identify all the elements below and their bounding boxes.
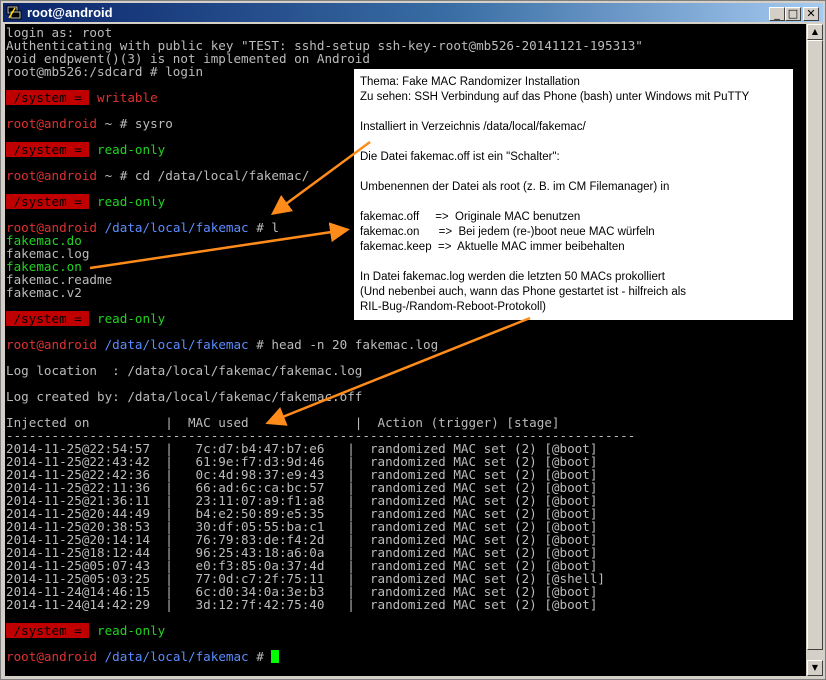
note-line: In Datei fakemac.log werden die letzten … — [360, 271, 665, 283]
minimize-button[interactable]: _ — [769, 7, 785, 21]
title-bar[interactable]: root@android _ □ ✕ — [3, 3, 823, 22]
terminal-text-segment: root@mb526:/sdcard # login — [6, 64, 204, 79]
putty-icon[interactable] — [6, 5, 22, 20]
terminal-text-segment: /system = — [6, 194, 90, 209]
terminal-text-segment: /system = — [6, 311, 90, 326]
window-title: root@android — [27, 5, 113, 20]
terminal-line: /system = writable — [6, 90, 158, 105]
terminal-line: /system = read-only — [6, 623, 166, 638]
terminal-text-segment: /data/local/fakemac — [97, 220, 249, 235]
maximize-button[interactable]: □ — [785, 7, 801, 21]
terminal-text-segment: Log created by: /data/local/fakemac/fake… — [6, 389, 363, 404]
terminal-text-segment: # — [248, 649, 272, 664]
text-cursor — [271, 650, 280, 663]
terminal-text-segment: read-only — [89, 194, 166, 209]
terminal-text-segment: root@android — [6, 337, 97, 352]
terminal-text-segment: read-only — [89, 142, 166, 157]
note-line: Die Datei fakemac.off ist ein "Schalter"… — [360, 151, 560, 163]
terminal-line: fakemac.v2 — [6, 286, 82, 299]
scroll-up-icon[interactable]: ▲ — [807, 24, 823, 40]
terminal-text-segment: root@android — [6, 116, 97, 131]
note-line: fakemac.keep => Aktuelle MAC immer beibe… — [360, 241, 625, 253]
terminal-text-segment: read-only — [89, 623, 166, 638]
terminal-line: Log created by: /data/local/fakemac/fake… — [6, 390, 362, 403]
terminal-line: root@android /data/local/fakemac # — [6, 649, 280, 664]
terminal-line: root@android ~ # sysro — [6, 117, 173, 130]
terminal-text-segment: 2014-11-24@14:42:29 | 3d:12:7f:42:75:40 … — [6, 597, 598, 612]
note-line: Umbenennen der Datei als root (z. B. im … — [360, 181, 670, 193]
terminal-text-segment: ~ # cd /data/local/fakemac/ — [97, 168, 310, 183]
scrollbar-thumb[interactable] — [807, 40, 823, 650]
terminal-text-segment: ~ # sysro — [97, 116, 173, 131]
annotation-note: Thema: Fake MAC Randomizer Installation Z… — [353, 68, 794, 321]
note-line: fakemac.off => Originale MAC benutzen — [360, 211, 581, 223]
terminal-text-segment: /system = — [6, 623, 90, 638]
note-line: (Und nebenbei auch, wann das Phone gesta… — [360, 286, 687, 298]
terminal-text-segment: /data/local/fakemac — [97, 649, 249, 664]
terminal-text-segment: read-only — [89, 311, 166, 326]
note-line: Thema: Fake MAC Randomizer Installation — [360, 76, 580, 88]
note-line: Installiert in Verzeichnis /data/local/f… — [360, 121, 586, 133]
terminal-text-segment: /system = — [6, 90, 90, 105]
terminal-text-segment: # head -n 20 fakemac.log — [248, 337, 439, 352]
terminal-text-segment: /data/local/fakemac — [97, 337, 249, 352]
close-button[interactable]: ✕ — [803, 7, 819, 21]
terminal-text-segment: # l — [248, 220, 279, 235]
terminal-line: 2014-11-24@14:42:29 | 3d:12:7f:42:75:40 … — [6, 598, 597, 611]
vertical-scrollbar[interactable]: ▲ ▼ — [807, 24, 823, 676]
terminal-line: root@android /data/local/fakemac # head … — [6, 338, 438, 351]
terminal-text-segment: Log location : /data/local/fakemac/fakem… — [6, 363, 363, 378]
terminal-text-segment: root@android — [6, 649, 97, 664]
terminal-line: /system = read-only — [6, 142, 166, 157]
note-line: fakemac.on => Bei jedem (re-)boot neue M… — [360, 226, 655, 238]
terminal-line: Log location : /data/local/fakemac/fakem… — [6, 364, 362, 377]
note-line: RIL-Bug-/Random-Reboot-Protokoll) — [360, 301, 546, 313]
terminal-line: /system = read-only — [6, 311, 166, 326]
terminal-line: root@android ~ # cd /data/local/fakemac/ — [6, 169, 309, 182]
terminal-text-segment: root@android — [6, 168, 97, 183]
terminal-line: /system = read-only — [6, 194, 166, 209]
terminal-text-segment: /system = — [6, 142, 90, 157]
scroll-down-icon[interactable]: ▼ — [807, 660, 823, 676]
note-line: Zu sehen: SSH Verbindung auf das Phone (… — [360, 91, 750, 103]
terminal-line: root@mb526:/sdcard # login — [6, 65, 203, 78]
terminal-text-segment: writable — [89, 90, 158, 105]
terminal-text-segment: fakemac.v2 — [6, 285, 82, 300]
